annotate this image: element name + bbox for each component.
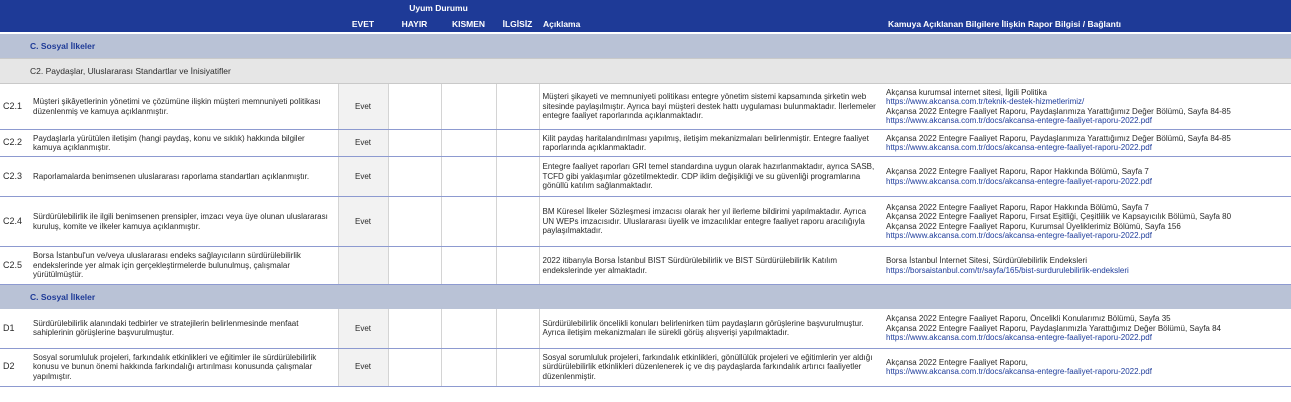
reference-text: Akçansa 2022 Entegre Faaliyet Raporu, Ra… <box>886 167 1149 176</box>
row-status-kismen <box>441 309 497 349</box>
reference-text: Akçansa kurumsal internet sitesi, İlgili… <box>886 87 1047 97</box>
row-status-hayir <box>388 83 442 130</box>
row-references: Akçansa 2022 Entegre Faaliyet Raporu, Pa… <box>884 129 1291 157</box>
row-status-hayir <box>388 196 442 247</box>
row-status-ilgisiz <box>496 246 540 285</box>
row-status-ilgisiz <box>496 83 540 130</box>
row-description: Sosyal sorumluluk projeleri, farkındalık… <box>28 348 338 387</box>
row-status-ilgisiz <box>496 309 540 349</box>
row-explanation: Sosyal sorumluluk projeleri, farkındalık… <box>539 348 884 387</box>
row-status-evet <box>337 246 389 285</box>
row-status-hayir <box>388 246 442 285</box>
table-row: D1 Sürdürülebilirlik alanındaki tedbirle… <box>0 309 1291 349</box>
row-explanation: 2022 itibarıyla Borsa İstanbul BIST Sürd… <box>539 246 884 285</box>
row-status-kismen <box>441 348 497 387</box>
table-row: C2.4 Sürdürülebilirlik ile ilgili benims… <box>0 196 1291 247</box>
reference-link[interactable]: https://www.akcansa.com.tr/docs/akcansa-… <box>886 367 1291 377</box>
row-status-kismen <box>441 83 497 130</box>
row-status-hayir <box>388 348 442 387</box>
header-uyum-durumu: Uyum Durumu <box>338 0 539 15</box>
row-status-hayir <box>388 309 442 349</box>
row-status-hayir <box>388 156 442 197</box>
row-description: Müşteri şikâyetlerinin yönetimi ve çözüm… <box>28 83 338 130</box>
row-code: C2.3 <box>0 156 28 197</box>
row-status-kismen <box>441 196 497 247</box>
reference-text: Akçansa 2022 Entegre Faaliyet Raporu, Pa… <box>886 133 1231 143</box>
row-explanation: Müşteri şikayeti ve memnuniyeti politika… <box>539 83 884 130</box>
row-description: Paydaşlarla yürütülen iletişim (hangi pa… <box>28 129 338 157</box>
row-status-evet: Evet <box>337 309 389 349</box>
row-description: Sürdürülebilirlik alanındaki tedbirler v… <box>28 309 338 349</box>
row-references: Borsa İstanbul İnternet Sitesi, Sürdürül… <box>884 246 1291 285</box>
row-status-evet: Evet <box>337 348 389 387</box>
row-status-ilgisiz <box>496 129 540 157</box>
header-kismen: KISMEN <box>441 15 496 34</box>
row-status-evet: Evet <box>337 83 389 130</box>
row-code: C2.4 <box>0 196 28 247</box>
row-description: Borsa İstanbul'un ve/veya uluslararası e… <box>28 246 338 285</box>
row-explanation: Sürdürülebilirlik öncelikli konuları bel… <box>539 309 884 349</box>
row-code: C2.1 <box>0 83 28 130</box>
row-code: D2 <box>0 348 28 387</box>
row-status-ilgisiz <box>496 156 540 197</box>
reference-text: Akçansa 2022 Entegre Faaliyet Raporu, Fı… <box>886 212 1232 221</box>
reference-text: Akçansa 2022 Entegre Faaliyet Raporu, <box>886 357 1028 367</box>
section-label: C. Sosyal İlkeler <box>0 284 1291 309</box>
table-row: C2.2 Paydaşlarla yürütülen iletişim (han… <box>0 129 1291 157</box>
row-explanation: Entegre faaliyet raporları GRI temel sta… <box>539 156 884 197</box>
table-row: C2.3 Raporlamalarda benimsenen uluslarar… <box>0 156 1291 197</box>
table-row: C2.5 Borsa İstanbul'un ve/veya uluslarar… <box>0 246 1291 285</box>
row-description: Sürdürülebilirlik ile ilgili benimsenen … <box>28 196 338 247</box>
row-status-kismen <box>441 129 497 157</box>
header-hayir: HAYIR <box>388 15 441 34</box>
row-status-kismen <box>441 156 497 197</box>
row-code: D1 <box>0 309 28 349</box>
table-row: D2 Sosyal sorumluluk projeleri, farkında… <box>0 348 1291 387</box>
reference-text: Akçansa 2022 Entegre Faaliyet Raporu, Ön… <box>886 314 1171 323</box>
header-rapor-bilgisi: Kamuya Açıklanan Bilgilere İlişkin Rapor… <box>884 15 1291 34</box>
section-row: C. Sosyal İlkeler <box>0 33 1291 59</box>
reference-text: Akçansa 2022 Entegre Faaliyet Raporu, Pa… <box>886 323 1221 333</box>
row-status-ilgisiz <box>496 196 540 247</box>
reference-link[interactable]: https://www.akcansa.com.tr/docs/akcansa-… <box>886 143 1291 153</box>
row-status-evet: Evet <box>337 129 389 157</box>
section-row: C. Sosyal İlkeler <box>0 284 1291 309</box>
compliance-table: Uyum Durumu EVET HAYIR KISMEN İLGİSİZ Aç… <box>0 0 1291 387</box>
row-status-evet: Evet <box>337 196 389 247</box>
row-references: Akçansa 2022 Entegre Faaliyet Raporu, Ra… <box>884 196 1291 247</box>
row-references: Akçansa 2022 Entegre Faaliyet Raporu, Ön… <box>884 309 1291 349</box>
row-code: C2.2 <box>0 129 28 157</box>
reference-link[interactable]: https://borsaistanbul.com/tr/sayfa/165/b… <box>886 266 1291 276</box>
reference-text: Akçansa 2022 Entegre Faaliyet Raporu, Ra… <box>886 202 1149 212</box>
row-description: Raporlamalarda benimsenen uluslararası r… <box>28 156 338 197</box>
row-status-hayir <box>388 129 442 157</box>
reference-link[interactable]: https://www.akcansa.com.tr/docs/akcansa-… <box>886 177 1291 187</box>
reference-text: Borsa İstanbul İnternet Sitesi, Sürdürül… <box>886 256 1087 265</box>
row-status-ilgisiz <box>496 348 540 387</box>
reference-text: Akçansa 2022 Entegre Faaliyet Raporu, Pa… <box>886 106 1231 116</box>
row-status-evet: Evet <box>337 156 389 197</box>
row-status-kismen <box>441 246 497 285</box>
reference-text: Akçansa 2022 Entegre Faaliyet Raporu, Ku… <box>886 221 1181 231</box>
table-row: C2.1 Müşteri şikâyetlerinin yönetimi ve … <box>0 83 1291 130</box>
row-references: Akçansa 2022 Entegre Faaliyet Raporu, Ra… <box>884 156 1291 197</box>
row-explanation: Kilit paydaş haritalandırılması yapılmış… <box>539 129 884 157</box>
subsection-label: C2. Paydaşlar, Uluslararası Standartlar … <box>0 58 1291 84</box>
reference-link[interactable]: https://www.akcansa.com.tr/teknik-destek… <box>886 97 1291 107</box>
reference-link[interactable]: https://www.akcansa.com.tr/docs/akcansa-… <box>886 333 1291 343</box>
row-references: Akçansa kurumsal internet sitesi, İlgili… <box>884 83 1291 130</box>
header-evet: EVET <box>338 15 388 34</box>
subsection-row: C2. Paydaşlar, Uluslararası Standartlar … <box>0 58 1291 84</box>
reference-link[interactable]: https://www.akcansa.com.tr/docs/akcansa-… <box>886 231 1291 241</box>
header-row: EVET HAYIR KISMEN İLGİSİZ Açıklama Kamuy… <box>0 15 1291 34</box>
header-aciklama: Açıklama <box>539 15 884 34</box>
header-ilgisiz: İLGİSİZ <box>496 15 539 34</box>
row-code: C2.5 <box>0 246 28 285</box>
header-row-top: Uyum Durumu <box>0 0 1291 15</box>
row-explanation: BM Küresel İlkeler Sözleşmesi imzacısı o… <box>539 196 884 247</box>
reference-link[interactable]: https://www.akcansa.com.tr/docs/akcansa-… <box>886 116 1291 126</box>
row-references: Akçansa 2022 Entegre Faaliyet Raporu, ht… <box>884 348 1291 387</box>
section-label: C. Sosyal İlkeler <box>0 33 1291 59</box>
